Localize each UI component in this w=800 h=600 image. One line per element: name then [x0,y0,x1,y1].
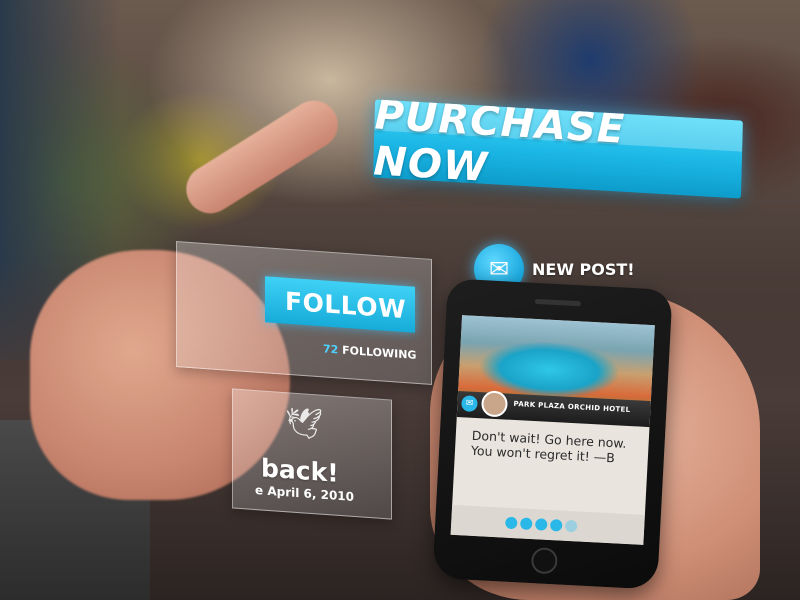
welcome-panel: 🕊 back! e April 6, 2010 [232,388,392,520]
following-count-row[interactable]: 72 FOLLOWING [323,342,416,362]
post-text: Don't wait! Go here now. You won't regre… [470,427,627,466]
phone-screen: ✉ PARK PLAZA ORCHID HOTEL Don't wait! Go… [450,315,655,545]
follow-panel: FOLLOW 72 FOLLOWING [176,241,432,385]
phone-speaker [534,298,581,307]
follow-button-label: FOLLOW [285,286,407,324]
welcome-back-text: back! [261,453,339,488]
rating-dot[interactable] [549,519,563,532]
rating-dots[interactable] [504,516,578,533]
rating-dot[interactable] [504,516,518,530]
bird-icon: 🕊 [285,405,324,443]
rating-dot[interactable] [519,517,533,531]
smartphone: ✉ PARK PLAZA ORCHID HOTEL Don't wait! Go… [432,278,673,590]
rating-dot[interactable] [534,518,548,531]
home-button[interactable] [530,547,559,575]
welcome-date: e April 6, 2010 [255,483,354,504]
new-post-label: NEW POST! [532,259,635,279]
rating-dot[interactable] [564,519,578,533]
following-label: FOLLOWING [342,343,417,362]
rating-row [450,504,645,545]
following-count: 72 [323,342,339,357]
rating-caption [459,520,499,522]
follow-button[interactable]: FOLLOW [265,276,415,333]
